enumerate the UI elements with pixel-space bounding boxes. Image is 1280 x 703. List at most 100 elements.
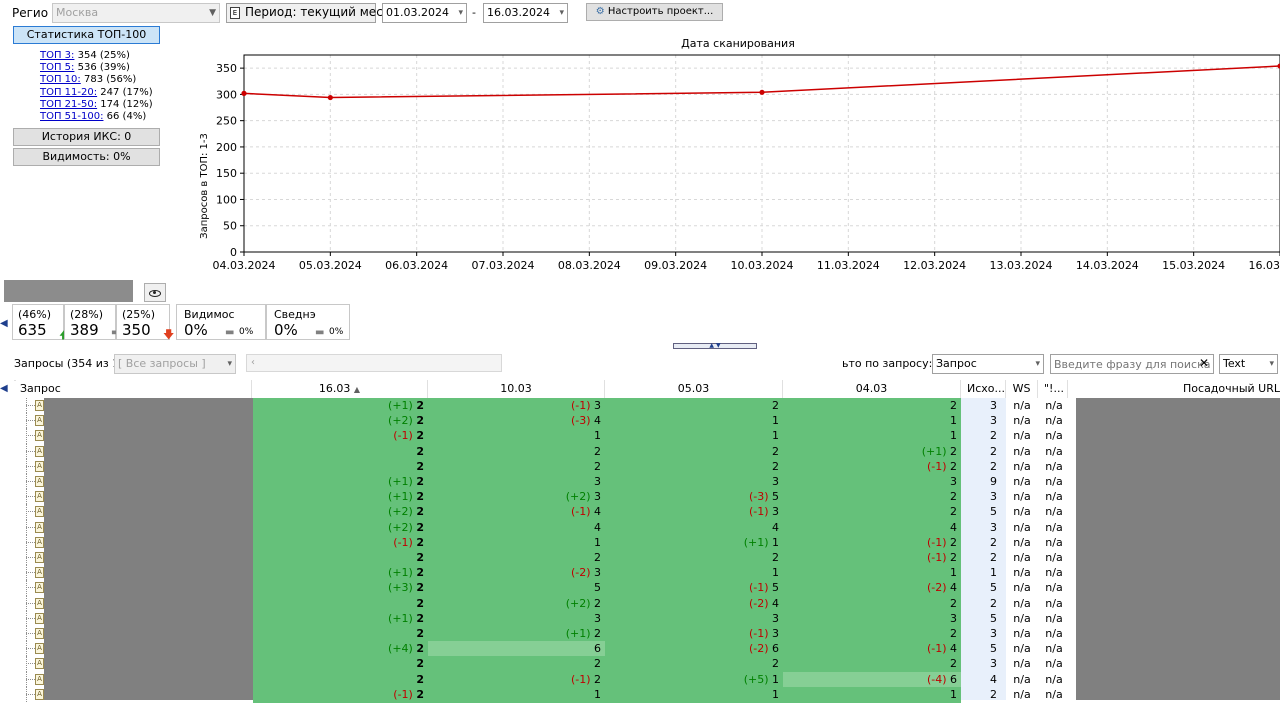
position-cell: (-1) 3: [605, 504, 783, 521]
settings-icon: ⚙: [595, 6, 605, 17]
col-header-ws[interactable]: WS: [1006, 380, 1038, 398]
query-doc-icon: A: [35, 673, 44, 685]
panel-splitter-grip[interactable]: ▲ ▼: [673, 343, 757, 349]
col-header-date-3[interactable]: 05.03: [605, 380, 783, 398]
date-separator: -: [472, 6, 476, 19]
tree-connector-h: [26, 617, 35, 619]
col-header-date-2[interactable]: 10.03: [428, 380, 605, 398]
exact-cell: n/a: [1045, 672, 1063, 686]
region-select[interactable]: Москва ▼: [52, 3, 220, 23]
chart-x-ticks: 04.03.2024 05.03.2024 06.03.2024 07.03.2024…: [213, 252, 1280, 272]
summary-box-top10: (28%) 389 ▬: [64, 304, 120, 340]
left-collapse-arrow[interactable]: ◀: [0, 383, 8, 394]
col-header-date-1[interactable]: 16.03 ▲: [252, 380, 428, 398]
top-label[interactable]: ТОП 3:: [40, 50, 74, 61]
position-cell: (-1) 2: [253, 686, 428, 703]
col-header-date-4[interactable]: 04.03: [783, 380, 961, 398]
region-value: Москва: [56, 6, 99, 19]
iks-history-button[interactable]: История ИКС: 0: [13, 128, 160, 146]
scroll-left-icon[interactable]: ‹: [251, 357, 255, 368]
position-cell: 2: [783, 489, 961, 506]
top-label[interactable]: ТОП 10:: [40, 74, 81, 85]
position-delta: (-2): [926, 581, 950, 595]
query-filter-select[interactable]: [ Все запросы ] ▾: [114, 354, 236, 374]
left-collapse-arrow[interactable]: ◀: [0, 318, 8, 329]
query-doc-icon: A: [35, 612, 44, 624]
source-cell: 3: [990, 520, 997, 534]
source-cell: 2: [990, 459, 997, 473]
col-header-query[interactable]: Запрос: [16, 380, 252, 398]
stats-top100-button[interactable]: Статистика ТОП-100: [13, 26, 160, 44]
chevron-down-icon: ▾: [559, 8, 564, 18]
project-name-bar: [4, 280, 133, 302]
eye-toggle-button[interactable]: [144, 283, 166, 302]
tree-connector-h: [26, 602, 35, 604]
top-label[interactable]: ТОП 51-100:: [40, 111, 103, 122]
date-to-picker[interactable]: 16.03.2024 ▾: [483, 3, 568, 23]
position-value: 2: [416, 581, 424, 595]
summary-pct: (28%): [70, 308, 104, 321]
filter-scroll-track[interactable]: ‹: [246, 354, 502, 372]
position-cell: 5: [428, 580, 605, 597]
search-mode-select[interactable]: Text ▾: [1219, 354, 1278, 374]
clear-search-icon[interactable]: ✕: [1199, 356, 1209, 370]
summary-pct: (25%): [122, 308, 156, 321]
ws-cell: n/a: [1013, 429, 1031, 443]
top-row: ТОП 5: 536 (39%): [40, 62, 130, 74]
position-value: 2: [416, 657, 424, 671]
position-delta: (+1): [388, 475, 417, 488]
position-delta: (-1): [926, 535, 950, 549]
tree-connector-h: [26, 557, 35, 558]
position-value: 1: [772, 535, 779, 549]
query-doc-icon: A: [35, 597, 44, 609]
date-from-value: 01.03.2024: [386, 6, 449, 19]
period-selector[interactable]: E Период: текущий месяц: [226, 3, 398, 23]
search-input[interactable]: [1050, 354, 1214, 374]
position-value: 2: [772, 444, 779, 458]
ws-cell: n/a: [1013, 414, 1031, 428]
position-delta: (-1): [926, 459, 950, 473]
ws-cell: n/a: [1013, 475, 1031, 488]
position-cell: (+1) 2: [253, 398, 428, 414]
position-value: 2: [416, 414, 424, 428]
position-delta: (+2): [388, 414, 417, 428]
position-delta: (-3): [748, 490, 772, 504]
top-label[interactable]: ТОП 5:: [40, 62, 74, 73]
position-cell: 1: [428, 428, 605, 445]
position-value: 4: [772, 596, 779, 610]
position-cell: 2: [605, 458, 783, 475]
col-header-source[interactable]: Исхо...: [961, 380, 1006, 398]
summary-num: 350: [122, 321, 151, 339]
configure-project-button[interactable]: ⚙ Настроить проект...: [586, 3, 723, 21]
visibility-button[interactable]: Видимость: 0%: [13, 148, 160, 166]
position-cell: (-2) 4: [783, 580, 961, 597]
ws-cell: n/a: [1013, 505, 1031, 519]
position-value: 5: [772, 490, 779, 504]
query-doc-icon: A: [35, 460, 44, 472]
ws-cell: n/a: [1013, 596, 1031, 610]
position-cell: 2: [253, 458, 428, 475]
position-value: 1: [772, 429, 779, 443]
top-label[interactable]: ТОП 21-50:: [40, 99, 97, 110]
summary-num: 635: [18, 321, 47, 339]
position-cell: 2: [605, 443, 783, 460]
position-cell: 2: [783, 595, 961, 612]
position-cell: 2: [605, 398, 783, 414]
date-from-picker[interactable]: 01.03.2024 ▾: [382, 3, 467, 23]
chart-x-tick-label: 09.03.2024: [644, 259, 707, 272]
top-label[interactable]: ТОП 11-20:: [40, 87, 97, 98]
ws-cell: n/a: [1013, 535, 1031, 549]
position-value: 2: [594, 459, 601, 473]
query-doc-icon: A: [35, 476, 44, 487]
position-delta: (+5): [743, 672, 772, 686]
position-cell: (-3) 5: [605, 489, 783, 506]
col-header-exact[interactable]: "!...: [1038, 380, 1068, 398]
position-delta: (+4): [388, 642, 417, 656]
position-cell: (-1) 4: [428, 504, 605, 521]
position-cell: (-2) 4: [605, 595, 783, 612]
equal-icon: ▬: [315, 327, 325, 338]
search-by-select[interactable]: Запрос ▾: [932, 354, 1044, 374]
col-header-landing-url[interactable]: Посадочный URL: [1068, 380, 1280, 398]
top-value: 783 (56%): [83, 74, 137, 85]
ws-cell: n/a: [1013, 627, 1031, 640]
